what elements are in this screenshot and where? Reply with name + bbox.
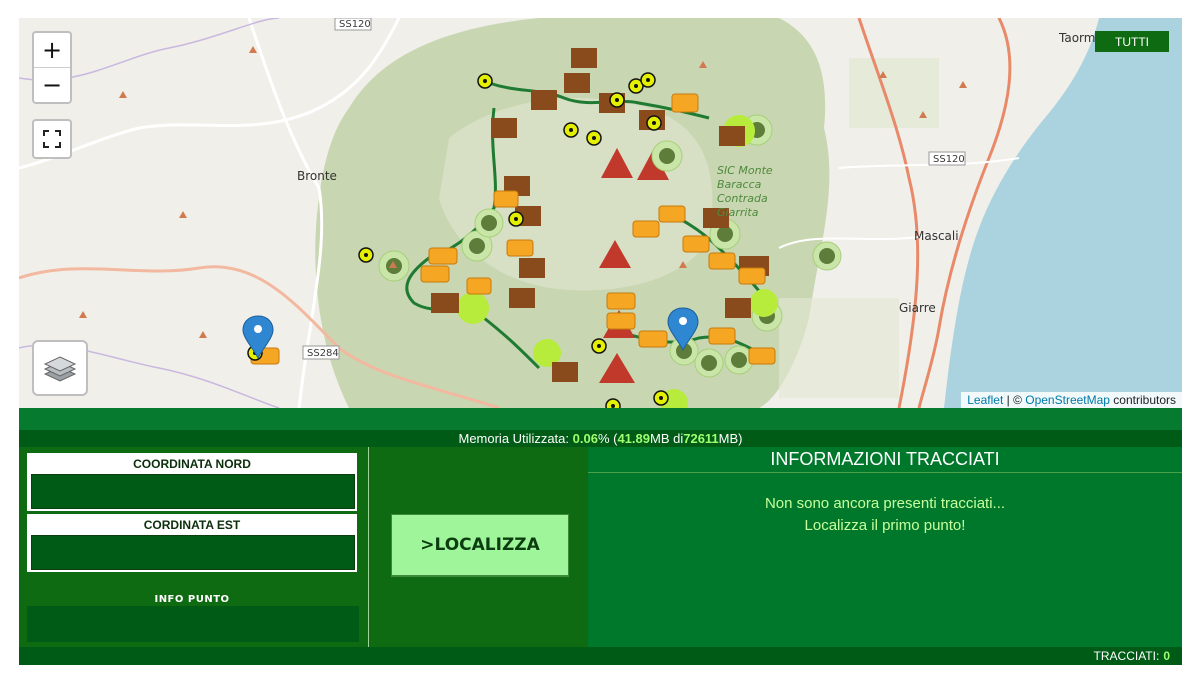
tracks-count-bar: TRACCIATI: 0 [19, 647, 1182, 665]
layers-button[interactable] [32, 340, 88, 396]
layers-icon [43, 356, 77, 382]
tracks-empty-message: Non sono ancora presenti tracciati... Lo… [588, 493, 1182, 537]
memory-pct-sign: % ( [597, 431, 618, 446]
svg-text:SS120: SS120 [339, 19, 371, 30]
locate-button[interactable]: >LOCALIZZA [391, 514, 569, 576]
east-coordinate-box: CORDINATA EST [27, 514, 357, 572]
zoom-control: + − [32, 31, 72, 104]
fullscreen-icon [43, 130, 61, 148]
memory-label: Memoria Utilizzata: [458, 431, 570, 446]
locate-column: >LOCALIZZA [368, 447, 589, 647]
memory-bar: Memoria Utilizzata: 0.06% (41.89 MB di 7… [19, 430, 1182, 447]
svg-text:Baracca: Baracca [717, 178, 762, 191]
map-tiles: Bronte Mascali Giarre Taorm SS120 SS120 … [19, 18, 1182, 408]
memory-used: 41.89 [617, 431, 650, 446]
info-point-field[interactable] [27, 606, 359, 642]
memory-percent: 0.06 [572, 431, 598, 446]
attribution-suffix: contributors [1109, 393, 1176, 407]
memory-unit: MB) [718, 431, 743, 446]
info-point-label: INFO PUNTO [154, 594, 230, 605]
filter-all-button[interactable]: TUTTI [1095, 31, 1169, 52]
fullscreen-button[interactable] [32, 119, 72, 159]
north-coordinate-field[interactable] [31, 474, 355, 509]
east-coordinate-field[interactable] [31, 535, 355, 570]
east-coordinate-label: CORDINATA EST [143, 518, 241, 532]
north-coordinate-label: COORDINATA NORD [133, 457, 251, 471]
tracks-empty-line1: Non sono ancora presenti tracciati... [764, 495, 1006, 512]
tracks-count-value: 0 [1163, 649, 1170, 663]
zoom-out-button[interactable]: − [34, 67, 70, 102]
zoom-in-button[interactable]: + [34, 33, 70, 67]
leaflet-link[interactable]: Leaflet [967, 393, 1003, 407]
attribution-separator: | © [1003, 393, 1026, 407]
place-taormina: Taorm [1058, 31, 1095, 45]
map-view[interactable]: Bronte Mascali Giarre Taorm SS120 SS120 … [19, 18, 1182, 408]
svg-text:SIC Monte: SIC Monte [717, 164, 773, 177]
place-bronte: Bronte [297, 169, 337, 183]
svg-text:Giarrita: Giarrita [717, 206, 759, 219]
north-coordinate-box: COORDINATA NORD [27, 453, 357, 511]
coordinates-column: COORDINATA NORD CORDINATA EST INFO PUNTO [19, 447, 367, 647]
control-panel: COORDINATA NORD CORDINATA EST INFO PUNTO… [19, 447, 1182, 647]
svg-text:Contrada: Contrada [717, 192, 768, 205]
place-mascali: Mascali [914, 229, 959, 243]
map-attribution: Leaflet | © OpenStreetMap contributors [961, 392, 1182, 408]
memory-total: 72611 [683, 431, 719, 446]
tracks-count-label: TRACCIATI: [1093, 649, 1160, 663]
tracks-info-title: INFORMAZIONI TRACCIATI [588, 449, 1182, 473]
memory-of: MB di [650, 431, 684, 446]
osm-link[interactable]: OpenStreetMap [1025, 393, 1110, 407]
svg-text:SS120: SS120 [933, 154, 965, 165]
tracks-info-column: INFORMAZIONI TRACCIATI Non sono ancora p… [588, 447, 1182, 647]
tracks-empty-line2: Localizza il primo punto! [804, 517, 966, 534]
map-bottom-strip [19, 408, 1182, 430]
app-frame: Bronte Mascali Giarre Taorm SS120 SS120 … [19, 18, 1182, 665]
svg-text:SS284: SS284 [307, 348, 339, 359]
place-giarre: Giarre [899, 301, 936, 315]
